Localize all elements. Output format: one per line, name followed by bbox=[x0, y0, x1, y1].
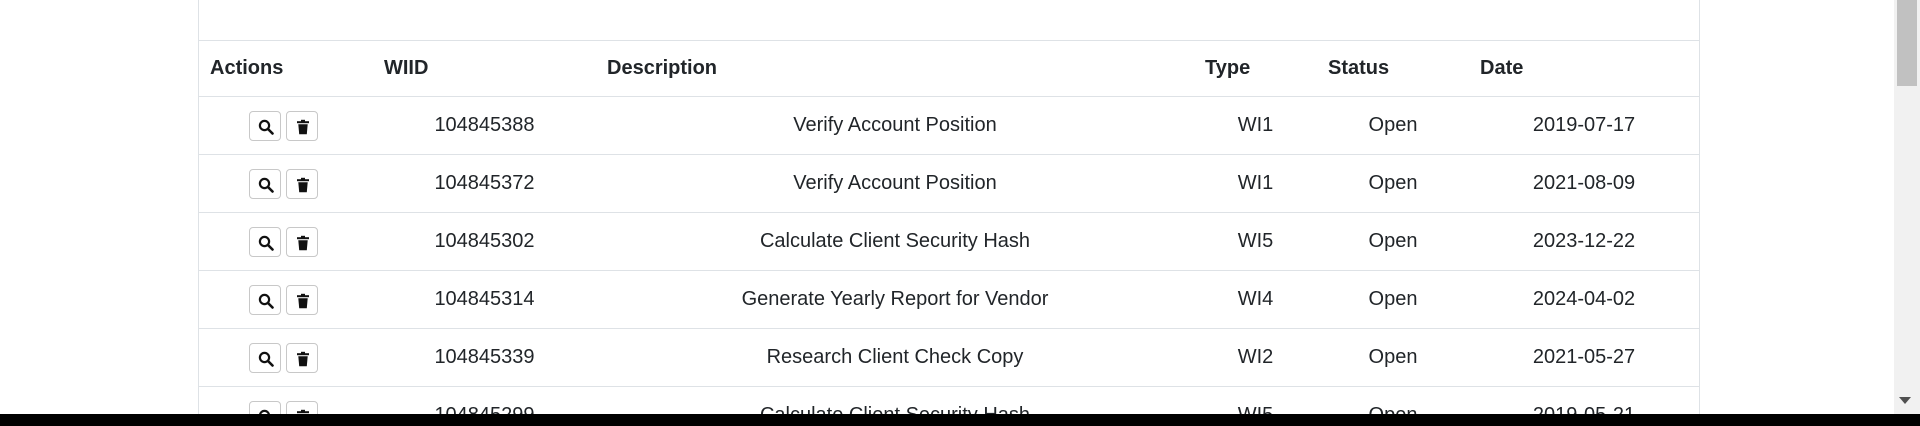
cell-description: Calculate Client Security Hash bbox=[596, 386, 1194, 414]
row-actions bbox=[199, 328, 373, 387]
view-button[interactable] bbox=[249, 342, 281, 373]
cell-type: WI1 bbox=[1194, 154, 1317, 213]
cell-wiid: 104845314 bbox=[373, 270, 596, 329]
row-actions bbox=[199, 386, 373, 414]
cell-status: Open bbox=[1317, 328, 1469, 387]
column-header-status[interactable]: Status bbox=[1317, 40, 1469, 97]
column-header-type[interactable]: Type bbox=[1194, 40, 1317, 97]
row-actions bbox=[199, 212, 373, 271]
delete-button[interactable] bbox=[286, 400, 318, 414]
view-button[interactable] bbox=[249, 226, 281, 257]
cell-type: WI5 bbox=[1194, 212, 1317, 271]
cell-wiid: 104845299 bbox=[373, 386, 596, 414]
delete-button[interactable] bbox=[286, 110, 318, 141]
column-header-date[interactable]: Date bbox=[1469, 40, 1699, 97]
cell-type: WI4 bbox=[1194, 270, 1317, 329]
row-actions bbox=[199, 154, 373, 213]
table-row: 104845372 Verify Account Position WI1 Open 2… bbox=[199, 154, 1699, 213]
work-items-table: Actions WIID Description Type Status Dat… bbox=[199, 40, 1699, 414]
cell-wiid: 104845302 bbox=[373, 212, 596, 271]
scrollbar-thumb[interactable] bbox=[1897, 0, 1917, 86]
cell-description: Generate Yearly Report for Vendor bbox=[596, 270, 1194, 329]
cell-status: Open bbox=[1317, 154, 1469, 213]
cell-wiid: 104845372 bbox=[373, 154, 596, 213]
table-row: 104845388 Verify Account Position WI1 Open 2… bbox=[199, 96, 1699, 155]
view-button[interactable] bbox=[249, 110, 281, 141]
table-header-row: Actions WIID Description Type Status Dat… bbox=[199, 40, 1699, 97]
cell-wiid: 104845339 bbox=[373, 328, 596, 387]
cell-date: 2019-05-21 bbox=[1469, 386, 1699, 414]
cell-date: 2021-08-09 bbox=[1469, 154, 1699, 213]
view-button[interactable] bbox=[249, 400, 281, 414]
delete-button[interactable] bbox=[286, 226, 318, 257]
cell-status: Open bbox=[1317, 270, 1469, 329]
cell-status: Open bbox=[1317, 386, 1469, 414]
delete-button[interactable] bbox=[286, 168, 318, 199]
cell-date: 2021-05-27 bbox=[1469, 328, 1699, 387]
scroll-down-arrow-icon[interactable] bbox=[1899, 397, 1911, 404]
cell-date: 2019-07-17 bbox=[1469, 96, 1699, 155]
cell-description: Calculate Client Security Hash bbox=[596, 212, 1194, 271]
page-viewport: Actions WIID Description Type Status Dat… bbox=[0, 0, 1920, 414]
column-header-actions[interactable]: Actions bbox=[199, 40, 373, 97]
cell-type: WI5 bbox=[1194, 386, 1317, 414]
column-header-description[interactable]: Description bbox=[596, 40, 1194, 97]
cell-type: WI1 bbox=[1194, 96, 1317, 155]
cell-status: Open bbox=[1317, 212, 1469, 271]
cell-type: WI2 bbox=[1194, 328, 1317, 387]
column-header-wiid[interactable]: WIID bbox=[373, 40, 596, 97]
vertical-scrollbar[interactable] bbox=[1894, 0, 1920, 414]
row-actions bbox=[199, 96, 373, 155]
view-button[interactable] bbox=[249, 168, 281, 199]
row-actions bbox=[199, 270, 373, 329]
cell-description: Verify Account Position bbox=[596, 96, 1194, 155]
cell-status: Open bbox=[1317, 96, 1469, 155]
table-row: 104845299Calculate Client Security HashW… bbox=[199, 386, 1699, 414]
work-items-panel: Actions WIID Description Type Status Dat… bbox=[198, 0, 1700, 414]
table-row: 104845339 Research Client Check Copy WI2 Op… bbox=[199, 328, 1699, 387]
cell-date: 2023-12-22 bbox=[1469, 212, 1699, 271]
view-button[interactable] bbox=[249, 284, 281, 315]
cell-date: 2024-04-02 bbox=[1469, 270, 1699, 329]
delete-button[interactable] bbox=[286, 284, 318, 315]
delete-button[interactable] bbox=[286, 342, 318, 373]
table-row: 104845302 Calculate Client Security Hash W… bbox=[199, 212, 1699, 271]
cell-wiid: 104845388 bbox=[373, 96, 596, 155]
table-row: 104845314 Generate Yearly Report for Vend… bbox=[199, 270, 1699, 329]
cell-description: Verify Account Position bbox=[596, 154, 1194, 213]
cell-description: Research Client Check Copy bbox=[596, 328, 1194, 387]
